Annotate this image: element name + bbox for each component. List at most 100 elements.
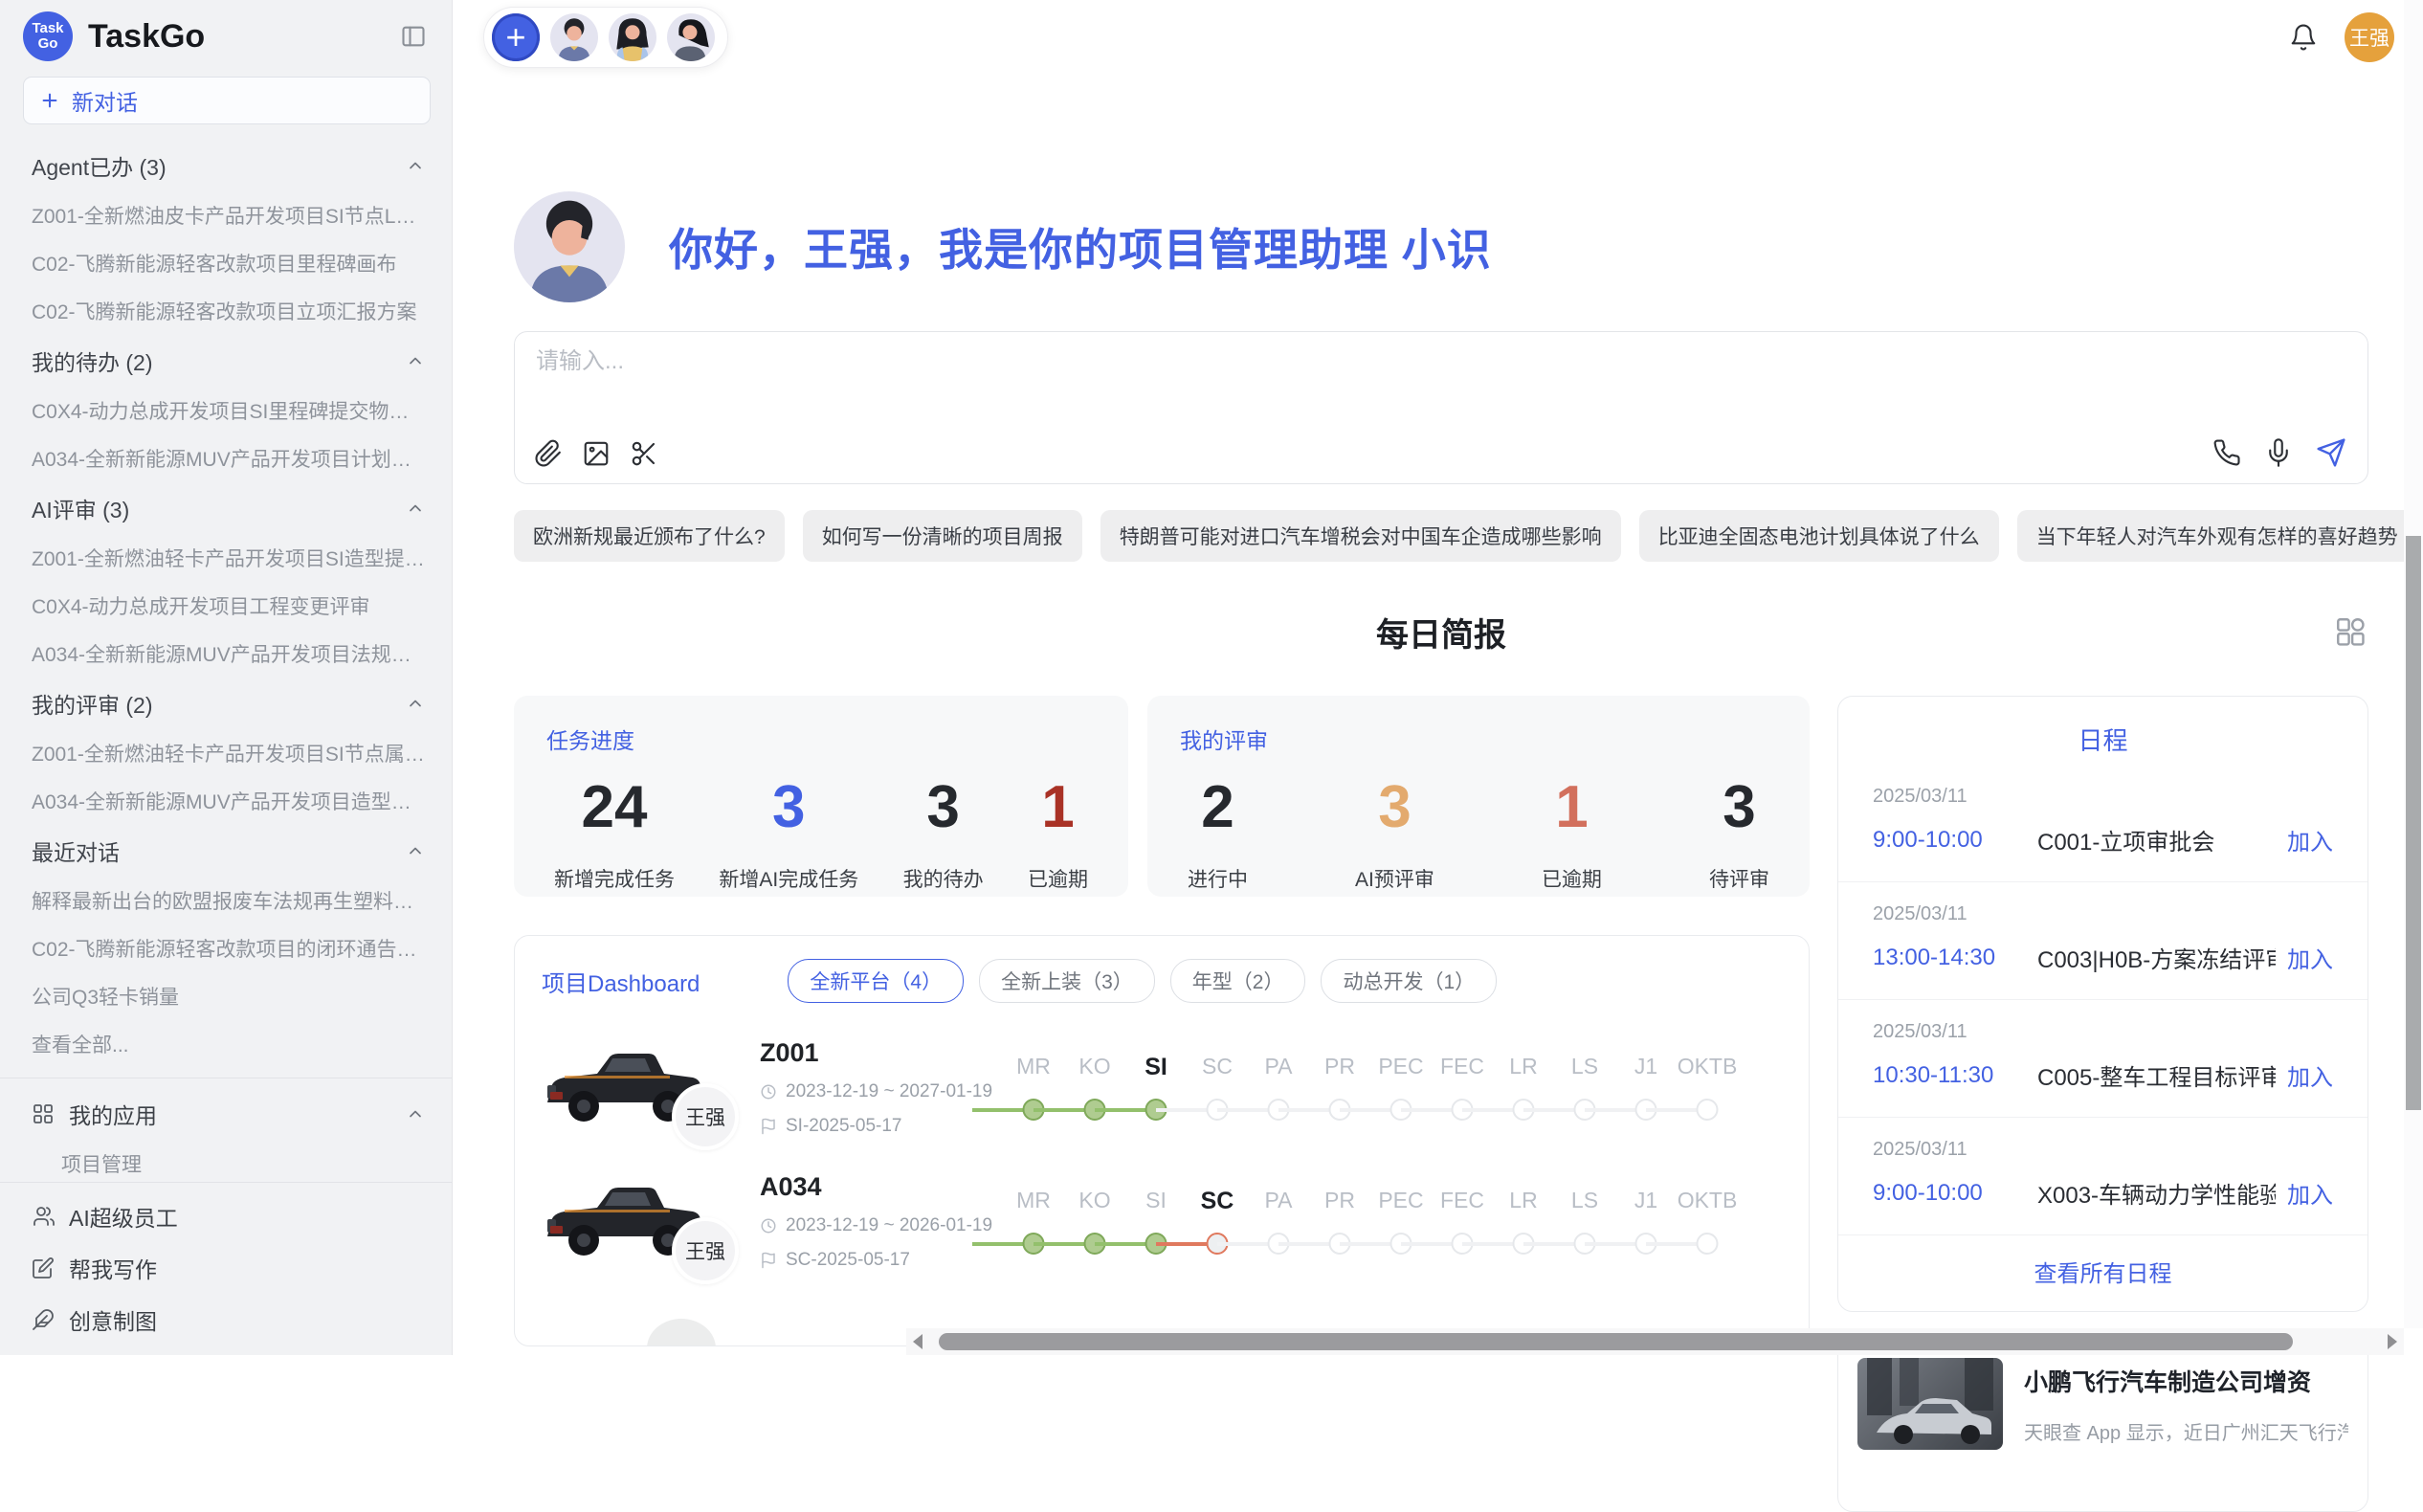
edit-icon — [32, 1256, 55, 1279]
sidebar-list-item[interactable]: A034-全新新能源MUV产品开发项目造型可行性评审 — [0, 777, 452, 825]
scroll-left-arrow-icon[interactable] — [913, 1334, 923, 1349]
help-write-label: 帮我写作 — [69, 1252, 157, 1284]
stat: 1 已逾期 — [1542, 778, 1602, 893]
member-avatar-3[interactable] — [667, 13, 715, 61]
sidebar-section-header[interactable]: AI评审 (3) — [0, 482, 452, 534]
sidebar-section-header[interactable]: Agent已办 (3) — [0, 140, 452, 191]
stat: 3 AI预评审 — [1355, 778, 1434, 893]
join-button[interactable]: 加入 — [2287, 941, 2333, 974]
my-apps-label: 我的应用 — [69, 1098, 157, 1130]
bell-icon[interactable] — [2289, 23, 2318, 52]
sidebar-list-item[interactable]: 解释最新出台的欧盟报废车法规再生塑料比例被调至15%... — [0, 877, 452, 924]
dashboard-filter[interactable]: 年型（2） — [1170, 959, 1306, 1003]
sidebar-list-item[interactable]: 查看全部... — [0, 1020, 452, 1068]
project-row[interactable]: 王强 Z001 2023-12-19 ~ 2027-01 — [542, 1037, 1782, 1137]
sidebar-list-item[interactable]: C0X4-动力总成开发项目工程变更评审 — [0, 582, 452, 630]
chevron-up-icon[interactable] — [406, 499, 425, 518]
microphone-icon[interactable] — [2264, 438, 2293, 467]
sidebar-item-ai-employee[interactable]: AI超级员工 — [0, 1190, 452, 1242]
chevron-up-icon[interactable] — [406, 156, 425, 175]
team-avatar-group: + — [483, 7, 728, 68]
milestone-dot[interactable] — [1697, 1233, 1719, 1255]
milestone-dot[interactable] — [1697, 1099, 1719, 1121]
layout-grid-icon[interactable] — [2334, 615, 2367, 648]
stat-label: 新增完成任务 — [554, 864, 675, 893]
vertical-scroll-thumb[interactable] — [2406, 536, 2421, 1110]
stat-value: 1 — [1041, 778, 1074, 837]
project-code: A034 — [760, 1172, 997, 1202]
send-icon[interactable] — [2316, 437, 2346, 468]
sidebar-list-item[interactable]: C0X4-动力总成开发项目SI里程碑提交物检查 — [0, 387, 452, 434]
view-all-schedule-link[interactable]: 查看所有日程 — [1838, 1234, 2367, 1311]
milestone-labels: MR KO — [1003, 1054, 1782, 1081]
user-avatar[interactable]: 王强 — [2345, 12, 2394, 62]
stat: 3 待评审 — [1709, 778, 1769, 893]
stat: 24 新增完成任务 — [554, 778, 675, 893]
join-button[interactable]: 加入 — [2287, 823, 2333, 856]
sidebar-section-header[interactable]: 我的评审 (2) — [0, 678, 452, 729]
app-sub-item[interactable]: 项目管理 — [0, 1140, 452, 1182]
sidebar-list-item[interactable]: C02-飞腾新能源轻客改款项目的闭环通告反馈情况 — [0, 924, 452, 972]
milestone-label-cell: KO — [1064, 1054, 1125, 1081]
sidebar-collapse-icon[interactable] — [400, 23, 427, 50]
suggestion-chip[interactable]: 特朗普可能对进口汽车增税会对中国车企造成哪些影响 — [1100, 510, 1621, 562]
creative-draw-label: 创意制图 — [69, 1303, 157, 1336]
sidebar-list-item[interactable]: Z001-全新燃油轻卡产品开发项目SI造型提交物评审 — [0, 534, 452, 582]
composer-left-tools — [534, 439, 658, 468]
member-avatar-2[interactable] — [609, 13, 656, 61]
content: 你好，王强，我是你的项目管理助理 小识 — [453, 69, 2423, 1512]
new-chat-button[interactable]: 新对话 — [23, 77, 431, 124]
sidebar-list-item[interactable]: 公司Q3轻卡销量 — [0, 972, 452, 1020]
milestone-label-cell: SI — [1125, 1054, 1187, 1081]
vertical-scrollbar[interactable] — [2404, 0, 2423, 1328]
join-button[interactable]: 加入 — [2287, 1058, 2333, 1092]
sidebar-section: 我的评审 (2) Z001-全新燃油轻卡产品开发项目SI节点属性5D文件评审 A… — [0, 678, 452, 825]
chevron-up-icon[interactable] — [406, 351, 425, 370]
news-title: 小鹏飞行汽车制造公司增资 — [2024, 1364, 2348, 1398]
horizontal-scrollbar[interactable] — [906, 1328, 2404, 1355]
dashboard-filter[interactable]: 动总开发（1） — [1321, 959, 1497, 1003]
chevron-up-icon[interactable] — [406, 841, 425, 860]
sidebar-section-header[interactable]: 我的待办 (2) — [0, 335, 452, 387]
horizontal-scroll-track[interactable] — [929, 1333, 2381, 1350]
join-button[interactable]: 加入 — [2287, 1176, 2333, 1210]
sidebar-list-item[interactable]: Z001-全新燃油皮卡产品开发项目SI节点Lesson Learn报告 — [0, 191, 452, 239]
sidebar-list-item[interactable]: C02-飞腾新能源轻客改款项目立项汇报方案 — [0, 287, 452, 335]
suggestion-chip[interactable]: 当下年轻人对汽车外观有怎样的喜好趋势 — [2017, 510, 2417, 562]
sidebar-item-my-apps[interactable]: 我的应用 — [0, 1088, 452, 1140]
news-card[interactable]: 小鹏飞行汽车制造公司增资 天眼查 App 显示，近日广州汇天飞行汽... — [1837, 1338, 2368, 1512]
project-info: Z001 2023-12-19 ~ 2027-01-19 — [760, 1038, 997, 1137]
chevron-up-icon[interactable] — [406, 1104, 425, 1123]
paperclip-icon[interactable] — [534, 439, 563, 468]
suggestion-chip[interactable]: 欧洲新规最近颁布了什么? — [514, 510, 785, 562]
sidebar-list-item[interactable]: Z001-全新燃油轻卡产品开发项目SI节点属性5D文件评审 — [0, 729, 452, 777]
milestone-label: PR — [1324, 1054, 1355, 1078]
section-label: 我的评审 (2) — [32, 687, 153, 720]
sidebar-item-creative-draw[interactable]: 创意制图 — [0, 1294, 452, 1345]
stat-value: 24 — [582, 778, 648, 837]
sidebar-section: 我的待办 (2) C0X4-动力总成开发项目SI里程碑提交物检查 A034-全新… — [0, 335, 452, 482]
scroll-right-arrow-icon[interactable] — [2388, 1334, 2397, 1349]
add-member-button[interactable]: + — [492, 13, 540, 61]
dashboard-filter[interactable]: 全新平台（4） — [788, 959, 964, 1003]
milestone-label-cell: FEC — [1432, 1054, 1493, 1081]
sidebar-list-item[interactable]: A034-全新新能源MUV产品开发项目计划变更表编写 — [0, 434, 452, 482]
project-row[interactable]: 王强 A034 2023-12-19 ~ 2026-01 — [542, 1171, 1782, 1271]
sidebar-list-item[interactable]: C02-飞腾新能源轻客改款项目里程碑画布 — [0, 239, 452, 287]
event-title: C001-立项审批会 — [2037, 823, 2276, 856]
sidebar-list-item[interactable]: A034-全新新能源MUV产品开发项目法规符合性评审 — [0, 630, 452, 678]
phone-icon[interactable] — [2212, 438, 2241, 467]
suggestion-chip[interactable]: 比亚迪全固态电池计划具体说了什么 — [1639, 510, 1999, 562]
sidebar-footer: AI超级员工 帮我写作 创意制图 — [0, 1182, 452, 1355]
dashboard-filter[interactable]: 全新上装（3） — [979, 959, 1155, 1003]
horizontal-scroll-thumb[interactable] — [939, 1333, 2293, 1350]
member-avatar-1[interactable] — [550, 13, 598, 61]
image-icon[interactable] — [582, 439, 611, 468]
sidebar-item-help-write[interactable]: 帮我写作 — [0, 1242, 452, 1294]
sidebar-section-header[interactable]: 最近对话 — [0, 825, 452, 877]
chat-input[interactable] — [534, 347, 2348, 376]
suggestion-chip[interactable]: 如何写一份清晰的项目周报 — [803, 510, 1082, 562]
scissors-icon[interactable] — [630, 439, 658, 468]
milestone-label: FEC — [1440, 1188, 1484, 1212]
chevron-up-icon[interactable] — [406, 694, 425, 713]
